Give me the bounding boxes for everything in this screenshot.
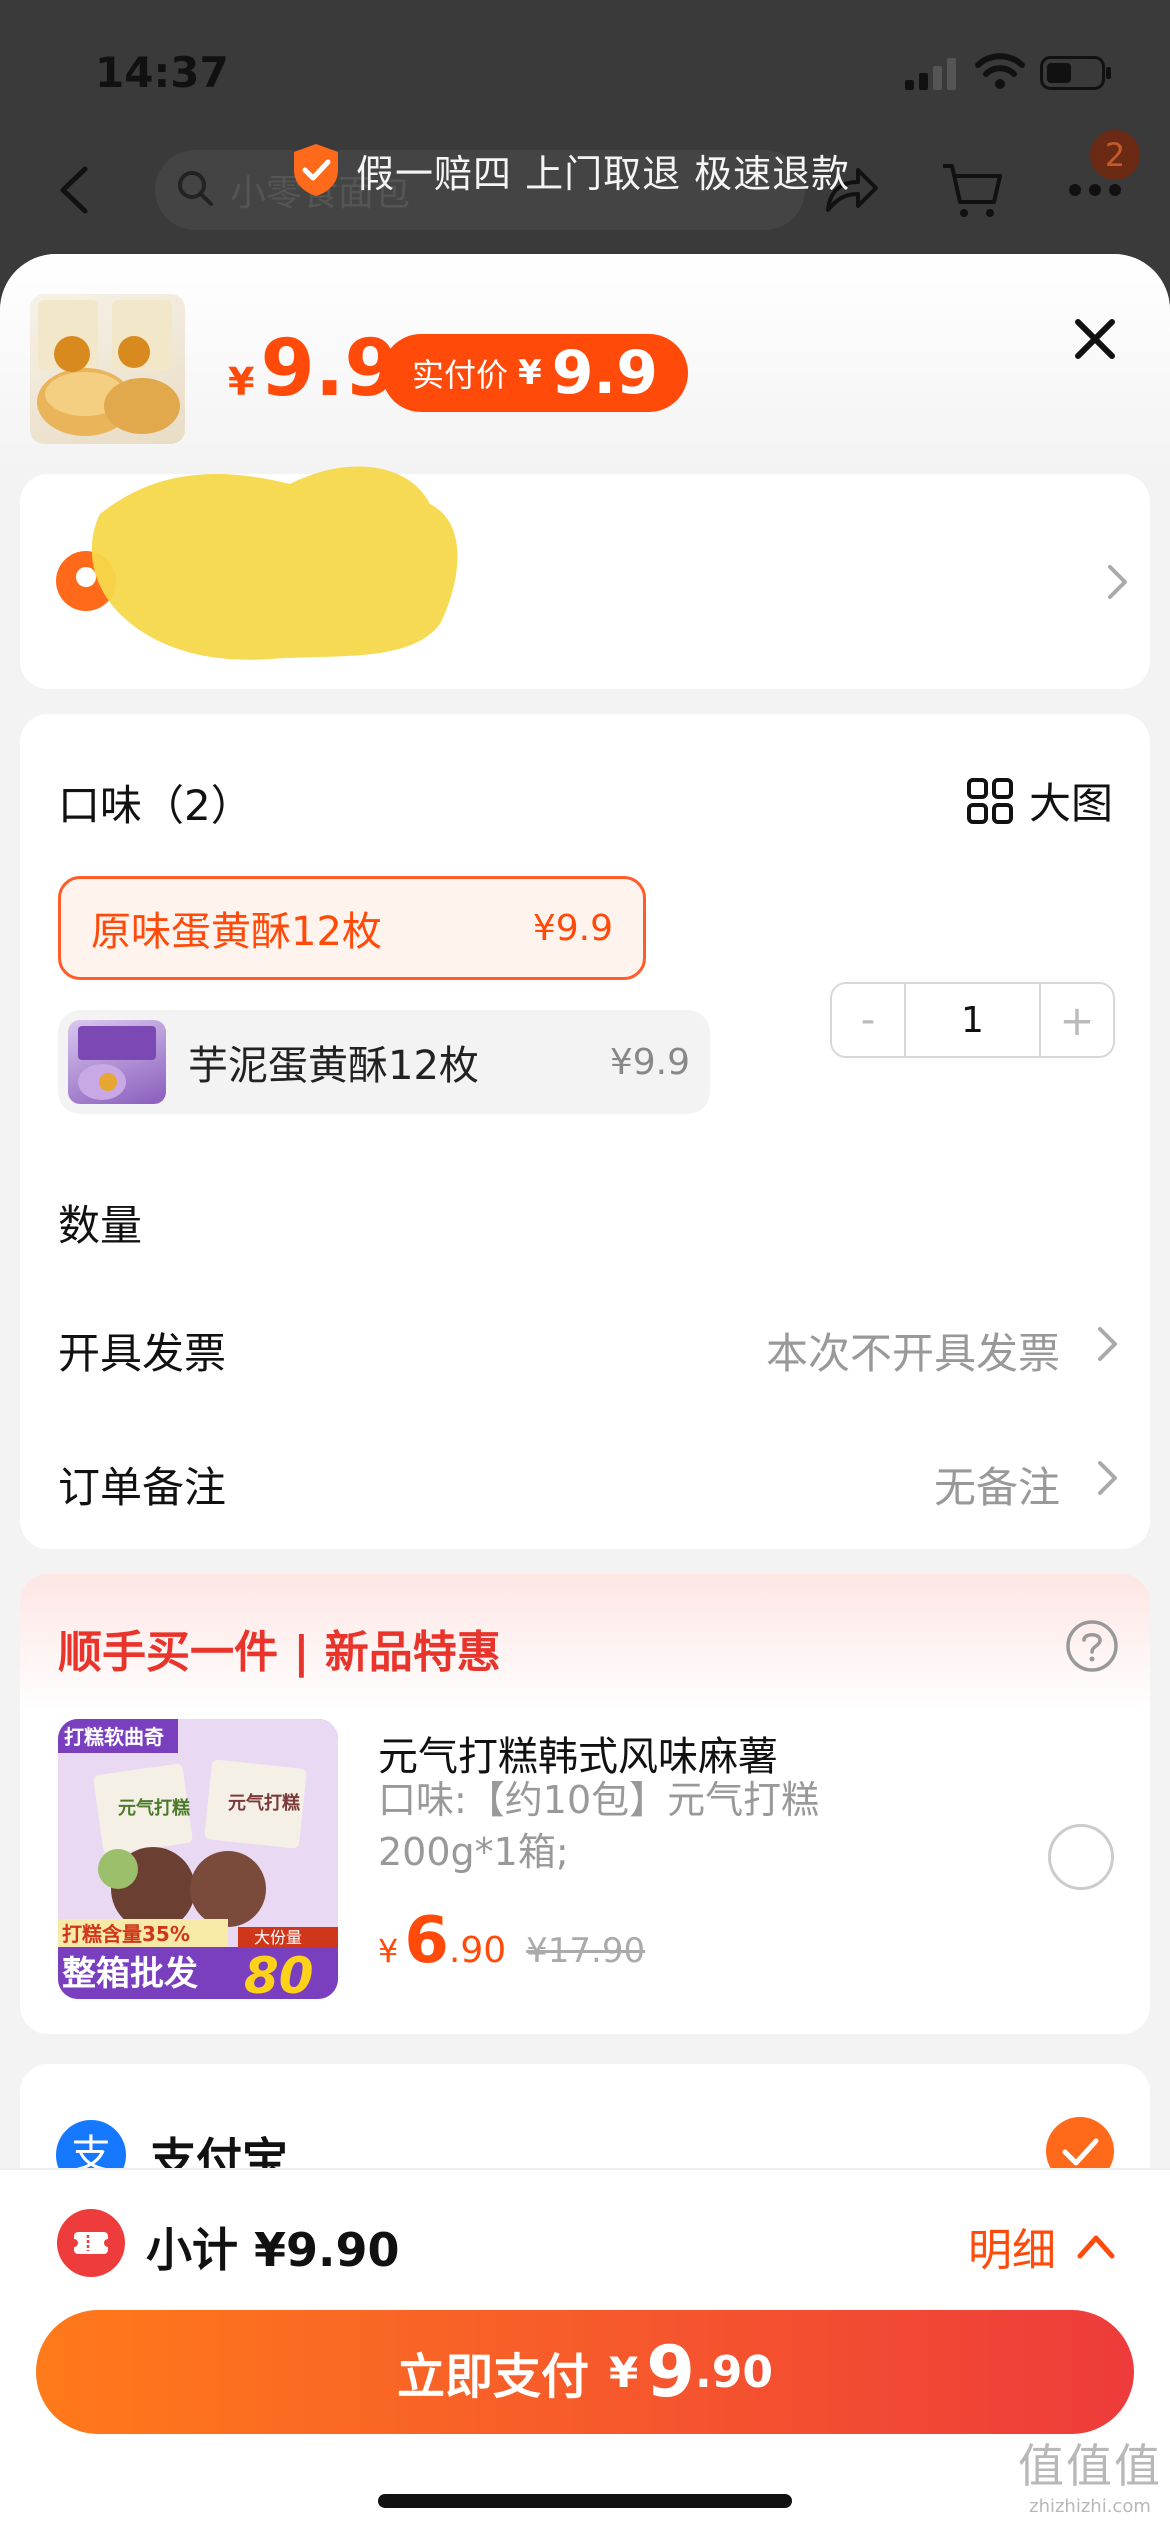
price-value: 9.9: [260, 324, 399, 414]
watermark: 值值值 zhizhizhi.com: [1015, 2430, 1165, 2517]
pay-now-currency: ¥: [609, 2347, 639, 2397]
guarantee-text: 假一赔四 上门取退 极速退款: [356, 151, 851, 196]
help-icon[interactable]: [1065, 1619, 1119, 1673]
promo-price-integer: 6: [404, 1904, 449, 1978]
price-detail-label: 明细: [968, 2225, 1056, 2276]
quantity-decrease-button[interactable]: -: [832, 984, 906, 1056]
price-detail-toggle[interactable]: 明细: [968, 2214, 1116, 2278]
big-picture-label: 大图: [1029, 779, 1114, 828]
battery-icon: [1040, 56, 1111, 90]
variant-name: 芋泥蛋黄酥12枚: [188, 1043, 479, 1089]
shield-check-icon: [294, 144, 338, 196]
promo-image-big-number: 80: [244, 1947, 314, 1999]
address-redaction-mark: [91, 466, 458, 660]
chevron-right-icon: [1108, 565, 1127, 599]
paid-price-value: 9.9: [551, 338, 658, 408]
home-indicator: [378, 2494, 792, 2508]
invoice-value[interactable]: 本次不开具发票: [766, 1320, 1060, 1381]
status-bar: 14:37: [0, 0, 1170, 140]
variant-price: ¥9.9: [532, 907, 613, 949]
promo-product-image[interactable]: 打糕软曲奇 元气打糕 元气打糕 打糕含量35% 整箱批发 大份量 80: [58, 1719, 338, 1999]
promo-original-price: ¥17.90: [526, 1931, 646, 1971]
order-note-label: 订单备注: [58, 1463, 227, 1512]
promo-image-badge-1: 打糕含量35%: [62, 1922, 190, 1946]
variant-price: ¥9.9: [609, 1041, 690, 1083]
quantity-value[interactable]: 1: [906, 984, 1039, 1056]
promo-title: 顺手买一件 | 新品特惠: [58, 1627, 501, 1678]
more-icon[interactable]: [1065, 180, 1125, 200]
actual-paid-price-badge: 实付价 ¥ 9.9: [382, 334, 688, 412]
price-currency: ¥: [228, 360, 255, 404]
promo-price-decimal: .90: [448, 1930, 507, 1971]
cart-count-badge: 2: [1090, 130, 1140, 180]
pay-now-button[interactable]: 立即支付 ¥ 9 .90: [36, 2310, 1134, 2434]
promo-image-tag: 打糕软曲奇: [64, 1725, 164, 1749]
watermark-url: zhizhizhi.com: [1029, 2496, 1151, 2517]
guarantee-banner: 假一赔四 上门取退 极速退款: [290, 140, 850, 200]
promo-image-badge-2: 整箱批发: [62, 1954, 198, 1994]
egg-yolk-pastry-image: [37, 300, 180, 436]
order-note-value[interactable]: 无备注: [934, 1454, 1060, 1515]
promo-price-currency: ¥: [378, 1932, 399, 1970]
big-picture-toggle[interactable]: 大图: [965, 770, 1113, 831]
chevron-right-icon[interactable]: [1095, 1458, 1121, 1498]
pay-now-integer: 9: [646, 2331, 695, 2413]
cart-icon[interactable]: [940, 160, 1006, 220]
close-icon[interactable]: [1070, 314, 1120, 364]
paid-price-label: 实付价: [412, 356, 509, 394]
invoice-label: 开具发票: [58, 1329, 227, 1378]
shipping-address-card[interactable]: [20, 466, 1150, 689]
pay-now-label: 立即支付: [397, 2349, 590, 2405]
variant-name: 原味蛋黄酥12枚: [91, 909, 382, 955]
product-thumbnail[interactable]: [30, 294, 185, 444]
cellular-signal-icon: [905, 58, 956, 90]
checkout-bar: 小计 ¥9.90 明细 立即支付 ¥ 9 .90: [0, 2168, 1170, 2532]
coupon-icon: [57, 2209, 125, 2277]
quantity-increase-button[interactable]: +: [1039, 984, 1113, 1056]
chevron-right-icon[interactable]: [1095, 1324, 1121, 1364]
add-on-promo-card: 顺手买一件 | 新品特惠 打糕软曲奇 元气打糕 元气打糕 打糕含量35% 整箱批…: [20, 1574, 1150, 2034]
promo-product-spec: 口味:【约10包】元气打糕200g*1箱;: [378, 1778, 820, 1874]
sku-options-card: 口味（2） 大图 原味蛋黄酥12枚 ¥9.9 芋泥蛋黄酥12枚 ¥9.9 数量 …: [20, 714, 1150, 1549]
promo-image-big-tag: 大份量: [254, 1928, 302, 1947]
variant-option-original[interactable]: 原味蛋黄酥12枚 ¥9.9: [58, 876, 646, 980]
grid-view-icon: [967, 777, 1013, 824]
variant-option-taro[interactable]: 芋泥蛋黄酥12枚 ¥9.9: [58, 1010, 710, 1114]
product-price: ¥ 9.9: [228, 324, 399, 414]
promo-box-label-2: 元气打糕: [228, 1792, 300, 1814]
back-icon[interactable]: [55, 165, 95, 215]
paid-price-currency: ¥: [518, 353, 542, 393]
status-time: 14:37: [95, 48, 229, 97]
quantity-label: 数量: [58, 1201, 143, 1250]
flavor-label: 口味（2）: [58, 781, 253, 830]
wifi-icon: [975, 53, 1025, 89]
chevron-up-icon: [1077, 2235, 1115, 2259]
subtotal: 小计 ¥9.90: [146, 2223, 400, 2277]
promo-price: ¥ 6 .90 ¥17.90: [378, 1904, 645, 1978]
promo-box-label-1: 元气打糕: [118, 1797, 190, 1819]
taro-pastry-image: [68, 1020, 166, 1104]
search-icon: [178, 171, 213, 206]
quantity-stepper[interactable]: - 1 +: [830, 982, 1115, 1058]
pay-now-decimal: .90: [695, 2346, 773, 2398]
promo-select-radio[interactable]: [1048, 1824, 1114, 1890]
watermark-logo: 值值值: [1018, 2439, 1162, 2493]
